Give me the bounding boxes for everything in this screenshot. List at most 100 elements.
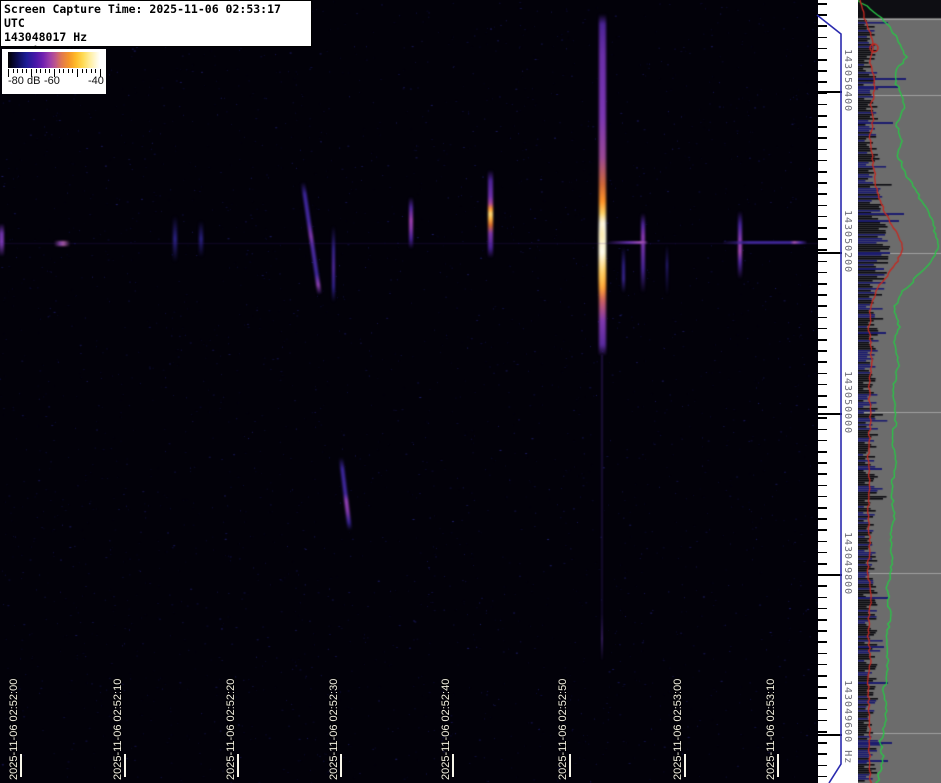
freq-axis-minor-tick — [818, 14, 827, 16]
freq-axis-minor-tick — [818, 440, 827, 442]
frequency-text: 143048017 Hz — [4, 30, 308, 44]
colorbar-tick — [63, 69, 64, 73]
freq-axis-minor-tick — [818, 731, 827, 733]
freq-axis-minor-tick — [818, 653, 827, 655]
time-axis-tick — [237, 754, 239, 777]
freq-axis-minor-tick — [818, 3, 827, 5]
time-axis-tick — [340, 754, 342, 777]
freq-axis-minor-tick — [818, 59, 827, 61]
freq-axis-label: 143049800 — [842, 532, 853, 595]
time-axis-label: 2025-11-06 02:53:10 — [765, 679, 777, 780]
freq-axis-minor-tick — [818, 541, 827, 543]
time-axis-tick — [20, 754, 22, 777]
freq-axis-label: 143050000 — [842, 371, 853, 434]
time-axis-label: 2025-11-06 02:52:50 — [557, 679, 569, 780]
colorbar-tick — [59, 69, 60, 73]
freq-axis-minor-tick — [818, 406, 827, 408]
freq-axis-minor-tick — [818, 765, 827, 767]
freq-axis-minor-tick — [818, 249, 827, 251]
freq-axis-major-tick — [818, 574, 842, 576]
freq-axis-minor-tick — [818, 137, 827, 139]
colorbar-tick — [22, 69, 23, 73]
freq-axis-minor-tick — [818, 328, 827, 330]
freq-axis-minor-tick — [818, 709, 827, 711]
freq-axis-label: 143049600 Hz — [842, 680, 853, 764]
colorbar-tick — [40, 69, 41, 73]
freq-axis-minor-tick — [818, 115, 827, 117]
time-axis-label: 2025-11-06 02:52:30 — [328, 679, 340, 780]
freq-axis-minor-tick — [818, 339, 827, 341]
freq-axis-minor-tick — [818, 294, 827, 296]
freq-axis-minor-tick — [818, 70, 827, 72]
freq-axis-minor-tick — [818, 160, 827, 162]
freq-axis-minor-tick — [818, 373, 827, 375]
colorbar: -80 dB-60-40 — [2, 49, 106, 94]
freq-axis-minor-tick — [818, 417, 827, 419]
freq-axis-label: 143050400 — [842, 49, 853, 112]
freq-axis-major-tick — [818, 252, 842, 254]
screen-info-box: Screen Capture Time: 2025-11-06 02:53:17… — [0, 0, 312, 47]
time-axis-label: 2025-11-06 02:52:40 — [440, 679, 452, 780]
freq-axis-minor-tick — [818, 753, 827, 755]
freq-axis-minor-tick — [818, 686, 827, 688]
time-axis-tick — [124, 754, 126, 777]
freq-axis-minor-tick — [818, 193, 827, 195]
freq-axis-minor-tick — [818, 552, 827, 554]
colorbar-tick — [49, 69, 50, 73]
time-axis-label: 2025-11-06 02:52:10 — [112, 679, 124, 780]
freq-axis-minor-tick — [818, 305, 827, 307]
freq-axis-minor-tick — [818, 261, 827, 263]
colorbar-tick — [86, 69, 87, 73]
freq-axis-minor-tick — [818, 104, 827, 106]
freq-axis-minor-tick — [818, 697, 827, 699]
freq-axis-major-tick — [818, 413, 842, 415]
freq-axis-minor-tick — [818, 227, 827, 229]
freq-axis-minor-tick — [818, 742, 827, 744]
freq-axis-minor-tick — [818, 619, 827, 621]
freq-axis-minor-tick — [818, 776, 827, 778]
freq-axis-minor-tick — [818, 518, 827, 520]
freq-axis-minor-tick — [818, 216, 827, 218]
freq-axis-minor-tick — [818, 25, 827, 27]
freq-axis-minor-tick — [818, 384, 827, 386]
freq-axis-minor-tick — [818, 126, 827, 128]
freq-axis-minor-tick — [818, 395, 827, 397]
time-axis-label: 2025-11-06 02:53:00 — [672, 679, 684, 780]
freq-axis-minor-tick — [818, 597, 827, 599]
freq-axis-minor-tick — [818, 37, 827, 39]
freq-axis-minor-tick — [818, 675, 827, 677]
freq-axis-minor-tick — [818, 81, 827, 83]
freq-axis-minor-tick — [818, 563, 827, 565]
colorbar-tick — [95, 69, 96, 73]
colorbar-tick — [68, 69, 69, 73]
freq-axis-minor-tick — [818, 272, 827, 274]
freq-axis-minor-tick — [818, 238, 827, 240]
freq-axis-minor-tick — [818, 585, 827, 587]
freq-axis-major-tick — [818, 91, 842, 93]
freq-axis-minor-tick — [818, 529, 827, 531]
time-axis-tick — [452, 754, 454, 777]
time-axis-tick — [684, 754, 686, 777]
colorbar-gradient — [8, 52, 100, 68]
freq-axis-minor-tick — [818, 473, 827, 475]
colorbar-tick — [26, 69, 27, 73]
freq-axis-minor-tick — [818, 171, 827, 173]
colorbar-tick — [91, 69, 92, 73]
time-axis-label: 2025-11-06 02:52:00 — [8, 679, 20, 780]
spectrogram-noise-canvas — [0, 0, 818, 783]
colorbar-tick — [45, 69, 46, 73]
freq-axis-minor-tick — [818, 361, 827, 363]
freq-axis-label: 143050200 — [842, 210, 853, 273]
colorbar-tick — [17, 69, 18, 73]
freq-axis-minor-tick — [818, 664, 827, 666]
freq-axis-minor-tick — [818, 350, 827, 352]
freq-axis-minor-tick — [818, 317, 827, 319]
freq-axis-minor-tick — [818, 205, 827, 207]
time-axis-label: 2025-11-06 02:52:20 — [225, 679, 237, 780]
freq-axis-minor-tick — [818, 720, 827, 722]
freq-axis-minor-tick — [818, 630, 827, 632]
freq-axis-minor-tick — [818, 462, 827, 464]
time-axis-tick — [777, 754, 779, 777]
freq-axis-minor-tick — [818, 429, 827, 431]
freq-axis-major-tick — [818, 734, 842, 736]
